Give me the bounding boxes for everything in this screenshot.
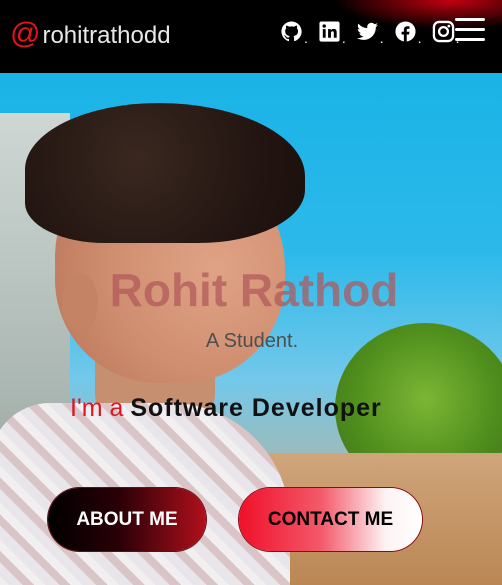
twitter-icon [356, 22, 378, 40]
tagline-role: Software Developer [130, 394, 382, 422]
hamburger-menu-icon[interactable] [455, 18, 485, 44]
brand-logo-link[interactable]: @ rohitrathodd [10, 19, 171, 51]
tagline-prefix: I'm a [70, 394, 131, 422]
hero-name-heading: Rohit Rathod [109, 264, 399, 316]
instagram-icon [432, 20, 454, 43]
portrait-hair [25, 103, 305, 243]
social-links: . . . . [280, 20, 469, 46]
facebook-dot: . [417, 30, 422, 46]
menu-bar-bottom [455, 38, 485, 41]
menu-bar-top [455, 18, 485, 21]
menu-bar-middle [455, 28, 485, 31]
github-dot: . [304, 30, 308, 46]
brand-name: rohitrathodd [42, 22, 171, 49]
facebook-icon [395, 21, 416, 42]
github-icon [281, 21, 302, 42]
about-me-button[interactable]: ABOUT ME [48, 488, 206, 551]
twitter-link[interactable]: . [356, 20, 384, 46]
facebook-link[interactable]: . [394, 20, 422, 46]
navbar: @ rohitrathodd . . . . [0, 0, 502, 73]
linkedin-icon [319, 21, 340, 42]
hero-tagline: I'm a Software Developer [70, 393, 382, 423]
twitter-dot: . [379, 30, 384, 46]
brand-at-symbol: @ [10, 17, 41, 50]
hero-subtitle: A Student. [205, 330, 299, 352]
linkedin-link[interactable]: . [318, 20, 346, 46]
linkedin-dot: . [341, 30, 346, 46]
github-link[interactable]: . [280, 20, 308, 46]
contact-me-button[interactable]: CONTACT ME [239, 488, 422, 551]
